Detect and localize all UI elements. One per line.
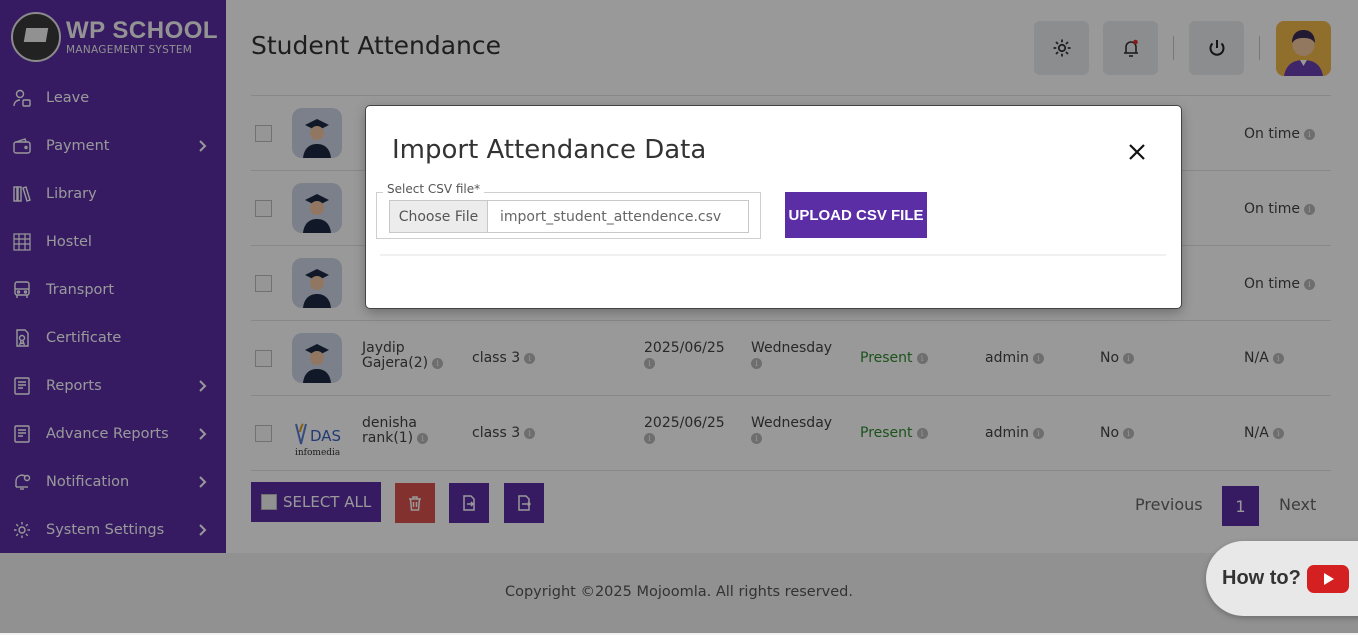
csv-file-fieldset: Select CSV file* Choose File import_stud… xyxy=(376,182,761,239)
selected-file-name: import_student_attendence.csv xyxy=(500,208,722,225)
divider xyxy=(380,254,1166,256)
how-to-button[interactable]: How to? xyxy=(1206,541,1358,616)
youtube-icon xyxy=(1306,564,1349,593)
csv-file-input[interactable]: Choose File import_student_attendence.cs… xyxy=(389,200,749,233)
close-button[interactable] xyxy=(1124,139,1150,165)
close-icon xyxy=(1129,144,1145,160)
how-to-label: How to? xyxy=(1222,567,1301,589)
modal-title: Import Attendance Data xyxy=(392,135,707,165)
import-attendance-modal: Import Attendance Data Select CSV file* … xyxy=(366,106,1181,308)
modal-backdrop[interactable] xyxy=(0,0,1358,633)
upload-csv-button[interactable]: UPLOAD CSV FILE xyxy=(785,192,927,238)
csv-file-legend: Select CSV file* xyxy=(383,182,485,196)
choose-file-button[interactable]: Choose File xyxy=(390,201,488,232)
